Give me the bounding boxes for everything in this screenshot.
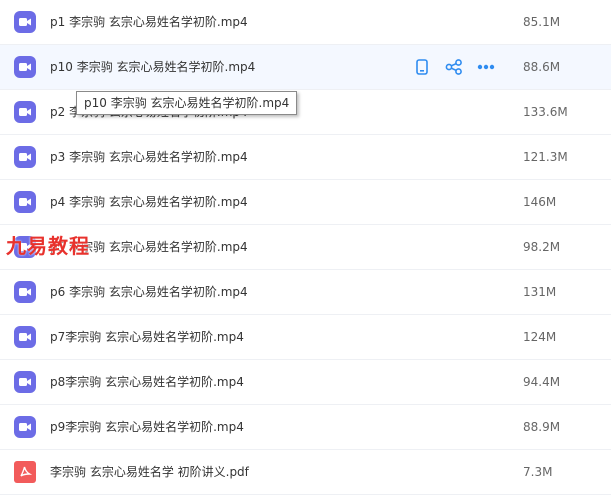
file-name[interactable]: p4 李宗驹 玄宗心易姓名学初阶.mp4: [50, 180, 248, 224]
video-file-icon: [14, 416, 36, 438]
file-row[interactable]: p5 李宗驹 玄宗心易姓名学初阶.mp4 98.2M: [0, 225, 611, 270]
file-size: 85.1M: [523, 15, 561, 29]
video-file-icon: [14, 146, 36, 168]
file-row[interactable]: p7李宗驹 玄宗心易姓名学初阶.mp4 124M: [0, 315, 611, 360]
file-size: 121.3M: [523, 150, 568, 164]
share-icon[interactable]: [444, 57, 464, 77]
file-size: 94.4M: [523, 375, 561, 389]
video-file-icon: [14, 191, 36, 213]
file-size: 88.9M: [523, 420, 561, 434]
file-row[interactable]: p3 李宗驹 玄宗心易姓名学初阶.mp4 121.3M: [0, 135, 611, 180]
pdf-file-icon: [14, 461, 36, 483]
video-file-icon: [14, 371, 36, 393]
file-name[interactable]: p6 李宗驹 玄宗心易姓名学初阶.mp4: [50, 270, 248, 314]
file-row[interactable]: p6 李宗驹 玄宗心易姓名学初阶.mp4 131M: [0, 270, 611, 315]
file-row[interactable]: p8李宗驹 玄宗心易姓名学初阶.mp4 94.4M: [0, 360, 611, 405]
file-size: 133.6M: [523, 105, 568, 119]
file-row[interactable]: p1 李宗驹 玄宗心易姓名学初阶.mp4 85.1M: [0, 0, 611, 45]
video-file-icon: [14, 56, 36, 78]
file-row[interactable]: p9李宗驹 玄宗心易姓名学初阶.mp4 88.9M: [0, 405, 611, 450]
video-file-icon: [14, 281, 36, 303]
phone-icon[interactable]: [412, 57, 432, 77]
video-file-icon: [14, 326, 36, 348]
file-list: p1 李宗驹 玄宗心易姓名学初阶.mp4 85.1M p10 李宗驹 玄宗心易姓…: [0, 0, 611, 495]
file-name[interactable]: p8李宗驹 玄宗心易姓名学初阶.mp4: [50, 360, 244, 404]
file-size: 131M: [523, 285, 557, 299]
file-row-hovered[interactable]: p10 李宗驹 玄宗心易姓名学初阶.mp4 88.6M: [0, 45, 611, 90]
row-actions: [412, 57, 496, 77]
video-file-icon: [14, 101, 36, 123]
video-file-icon: [14, 11, 36, 33]
watermark-text: 九易教程: [6, 234, 90, 258]
file-name[interactable]: p9李宗驹 玄宗心易姓名学初阶.mp4: [50, 405, 244, 449]
file-size: 88.6M: [523, 60, 561, 74]
file-name[interactable]: p7李宗驹 玄宗心易姓名学初阶.mp4: [50, 315, 244, 359]
file-row[interactable]: 李宗驹 玄宗心易姓名学 初阶讲义.pdf 7.3M: [0, 450, 611, 495]
filename-tooltip: p10 李宗驹 玄宗心易姓名学初阶.mp4: [76, 91, 298, 115]
more-icon[interactable]: [476, 57, 496, 77]
file-size: 124M: [523, 330, 557, 344]
file-name[interactable]: p1 李宗驹 玄宗心易姓名学初阶.mp4: [50, 0, 248, 44]
file-row[interactable]: p4 李宗驹 玄宗心易姓名学初阶.mp4 146M: [0, 180, 611, 225]
file-size: 146M: [523, 195, 557, 209]
file-size: 98.2M: [523, 240, 561, 254]
file-name[interactable]: 李宗驹 玄宗心易姓名学 初阶讲义.pdf: [50, 450, 249, 494]
file-name[interactable]: p3 李宗驹 玄宗心易姓名学初阶.mp4: [50, 135, 248, 179]
file-size: 7.3M: [523, 465, 553, 479]
file-name[interactable]: p10 李宗驹 玄宗心易姓名学初阶.mp4: [50, 45, 255, 89]
